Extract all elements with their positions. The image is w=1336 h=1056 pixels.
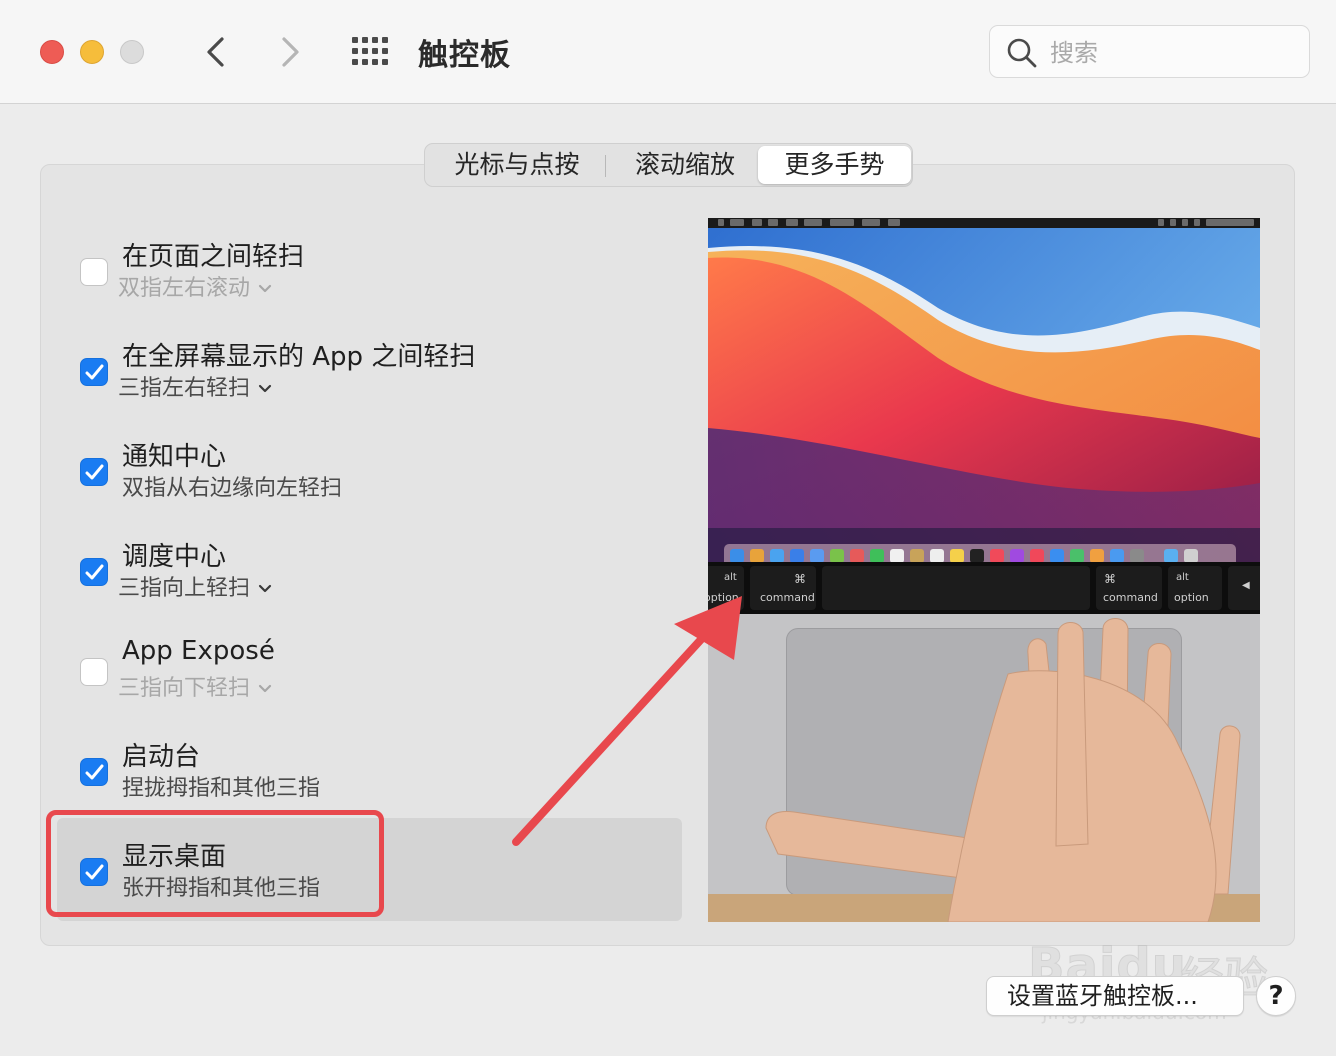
window-title: 触控板 [418, 38, 511, 73]
help-button[interactable]: ? [1256, 976, 1296, 1016]
gesture-dropdown[interactable]: 三指向上轻扫 [118, 570, 272, 602]
checkmark-icon [85, 364, 104, 380]
checkbox-launchpad[interactable] [80, 758, 108, 786]
key-arrow-left: ◀ [1228, 566, 1260, 610]
search-field[interactable] [989, 25, 1310, 78]
annotation-highlight-box [46, 810, 384, 917]
setup-bluetooth-trackpad-button[interactable]: 设置蓝牙触控板... [986, 976, 1244, 1016]
gesture-subtitle: 双指从右边缘向左轻扫 [122, 476, 343, 501]
checkbox-notification-center[interactable] [80, 458, 108, 486]
search-input[interactable] [1048, 34, 1292, 72]
gesture-title: 启动台 [122, 742, 201, 772]
forward-button[interactable] [274, 34, 306, 70]
gesture-subtitle: 三指向上轻扫 [118, 576, 251, 601]
close-button[interactable] [40, 40, 64, 64]
checkmark-icon [85, 764, 104, 780]
checkmark-icon [85, 464, 104, 480]
preview-keyboard: alt option ⌘ command ⌘ command alt optio… [708, 562, 1260, 614]
tab-scroll-zoom[interactable]: 滚动缩放 [613, 146, 757, 184]
checkbox-swipe-fullscreen-apps[interactable] [80, 358, 108, 386]
annotation-arrow-icon [512, 596, 742, 846]
key-right-command: ⌘ command [1096, 566, 1162, 610]
key-right-option: alt option [1168, 566, 1222, 610]
tab-divider [605, 155, 606, 177]
chevron-left-icon [207, 37, 224, 67]
zoom-button[interactable] [120, 40, 144, 64]
checkbox-swipe-pages[interactable] [80, 258, 108, 286]
minimize-button[interactable] [80, 40, 104, 64]
gesture-subtitle: 双指左右滚动 [118, 276, 251, 301]
gesture-title: 在全屏幕显示的 App 之间轻扫 [122, 342, 476, 372]
gesture-subtitle: 三指左右轻扫 [118, 376, 251, 401]
preview-desktop-wallpaper [708, 228, 1260, 562]
checkbox-mission-control[interactable] [80, 558, 108, 586]
gesture-dropdown[interactable]: 双指左右滚动 [118, 270, 272, 302]
back-button[interactable] [200, 34, 232, 70]
gesture-item-notification-center[interactable]: 通知中心 双指从右边缘向左轻扫 [78, 436, 638, 516]
show-all-button[interactable] [352, 37, 390, 67]
segmented-tabs: 光标与点按 滚动缩放 更多手势 [424, 143, 913, 187]
gesture-title: 在页面之间轻扫 [122, 242, 305, 272]
key-space [822, 566, 1090, 610]
gesture-dropdown[interactable]: 三指向下轻扫 [118, 670, 272, 702]
gesture-title: 调度中心 [122, 542, 227, 572]
gesture-title: 通知中心 [122, 442, 227, 472]
gesture-item-swipe-fullscreen-apps[interactable]: 在全屏幕显示的 App 之间轻扫 三指左右轻扫 [78, 336, 638, 416]
chevron-down-icon [258, 284, 272, 294]
preview-laptop-body [708, 614, 1260, 922]
chevron-down-icon [258, 684, 272, 694]
gesture-title: App Exposé [122, 636, 275, 666]
title-bar: 触控板 [0, 0, 1336, 104]
gesture-item-swipe-pages[interactable]: 在页面之间轻扫 双指左右滚动 [78, 236, 638, 316]
gesture-dropdown[interactable]: 三指左右轻扫 [118, 370, 272, 402]
preview-menubar [708, 218, 1260, 228]
chevron-down-icon [258, 584, 272, 594]
checkmark-icon [85, 564, 104, 580]
tab-point-and-click[interactable]: 光标与点按 [433, 146, 601, 184]
chevron-right-icon [282, 37, 299, 67]
gesture-preview-video: alt option ⌘ command ⌘ command alt optio… [708, 218, 1260, 922]
gesture-subtitle: 三指向下轻扫 [118, 676, 251, 701]
preview-dock [724, 544, 1236, 562]
search-icon [1007, 38, 1037, 68]
preview-hand [765, 618, 1241, 922]
tab-more-gestures[interactable]: 更多手势 [758, 146, 911, 184]
checkbox-app-expose[interactable] [80, 658, 108, 686]
chevron-down-icon [258, 384, 272, 394]
gesture-subtitle: 捏拢拇指和其他三指 [122, 776, 321, 801]
